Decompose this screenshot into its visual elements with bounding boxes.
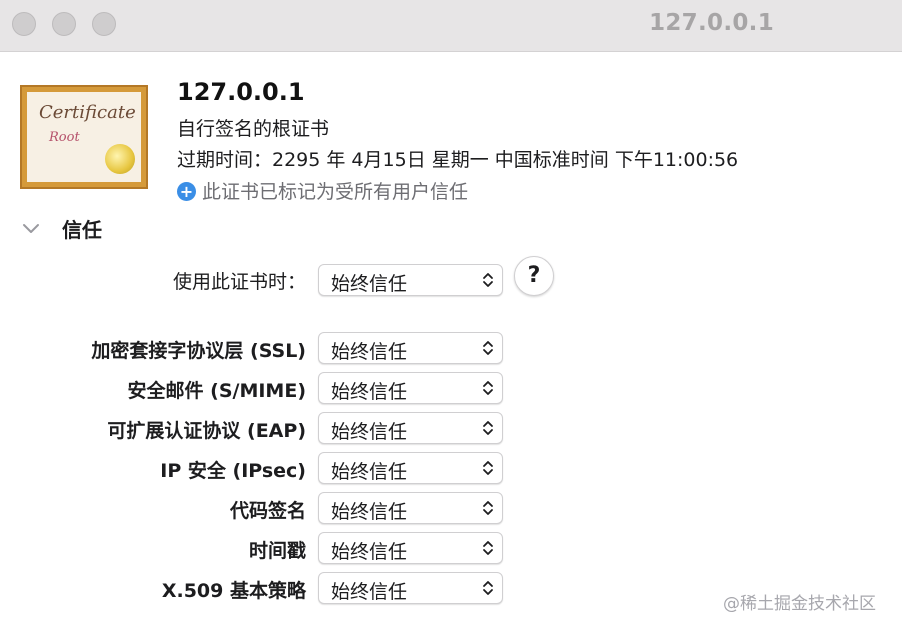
seal-icon [105, 144, 135, 174]
popup-value: 始终信任 [331, 421, 408, 443]
certificate-name: 127.0.0.1 [177, 78, 305, 106]
popup-value: 始终信任 [331, 581, 408, 603]
certificate-icon-paper: Certificate Root [27, 92, 141, 182]
updown-arrows-icon [483, 381, 493, 395]
popup-value: 始终信任 [331, 381, 408, 403]
popup-value: 始终信任 [331, 541, 408, 563]
trust-row-label-ssl: 加密套接字协议层 (SSL) [91, 340, 306, 362]
zoom-button[interactable] [92, 12, 116, 36]
trust-popup-x509[interactable]: 始终信任 [318, 572, 503, 604]
title-bar: 127.0.0.1 [0, 0, 902, 52]
updown-arrows-icon [483, 501, 493, 515]
updown-arrows-icon [483, 581, 493, 595]
certificate-icon-text: Certificate [39, 102, 136, 123]
certificate-kind: 自行签名的根证书 [177, 118, 330, 140]
trust-popup-ssl[interactable]: 始终信任 [318, 332, 503, 364]
trust-popup-timestamp[interactable]: 始终信任 [318, 532, 503, 564]
trust-status: + 此证书已标记为受所有用户信任 [177, 177, 468, 204]
trust-popup-eap[interactable]: 始终信任 [318, 412, 503, 444]
updown-arrows-icon [483, 461, 493, 475]
trust-row-label-code-signing: 代码签名 [229, 500, 306, 522]
when-using-popup[interactable]: 始终信任 [318, 264, 503, 296]
certificate-icon: Certificate Root [20, 85, 148, 189]
trust-row-label-x509: X.509 基本策略 [161, 580, 306, 602]
certificate-icon-root-text: Root [49, 130, 80, 145]
chevron-down-icon [23, 224, 39, 233]
minimize-button[interactable] [52, 12, 76, 36]
updown-arrows-icon [483, 541, 493, 555]
close-button[interactable] [12, 12, 36, 36]
trust-row-label-smime: 安全邮件 (S/MIME) [127, 380, 306, 402]
updown-arrows-icon [483, 341, 493, 355]
certificate-expiry: 过期时间：2295 年 4月15日 星期一 中国标准时间 下午11:00:56 [177, 149, 739, 171]
popup-value: 始终信任 [331, 273, 408, 295]
popup-value: 始终信任 [331, 461, 408, 483]
help-button[interactable]: ? [514, 256, 554, 296]
popup-value: 始终信任 [331, 501, 408, 523]
trust-row-label-timestamp: 时间戳 [248, 540, 306, 562]
window-title: 127.0.0.1 [649, 10, 774, 36]
updown-arrows-icon [483, 273, 493, 287]
watermark: @稀土掘金技术社区 [723, 594, 876, 614]
plus-circle-icon: + [177, 182, 196, 201]
trust-popup-code-signing[interactable]: 始终信任 [318, 492, 503, 524]
trust-popup-smime[interactable]: 始终信任 [318, 372, 503, 404]
trust-section-label: 信任 [62, 218, 102, 242]
updown-arrows-icon [483, 421, 493, 435]
trust-status-text: 此证书已标记为受所有用户信任 [202, 181, 469, 203]
trust-row-label-ipsec: IP 安全 (IPsec) [160, 460, 306, 482]
trust-row-label-eap: 可扩展认证协议 (EAP) [107, 420, 306, 442]
trust-popup-ipsec[interactable]: 始终信任 [318, 452, 503, 484]
popup-value: 始终信任 [331, 341, 408, 363]
when-using-label: 使用此证书时： [172, 271, 306, 293]
